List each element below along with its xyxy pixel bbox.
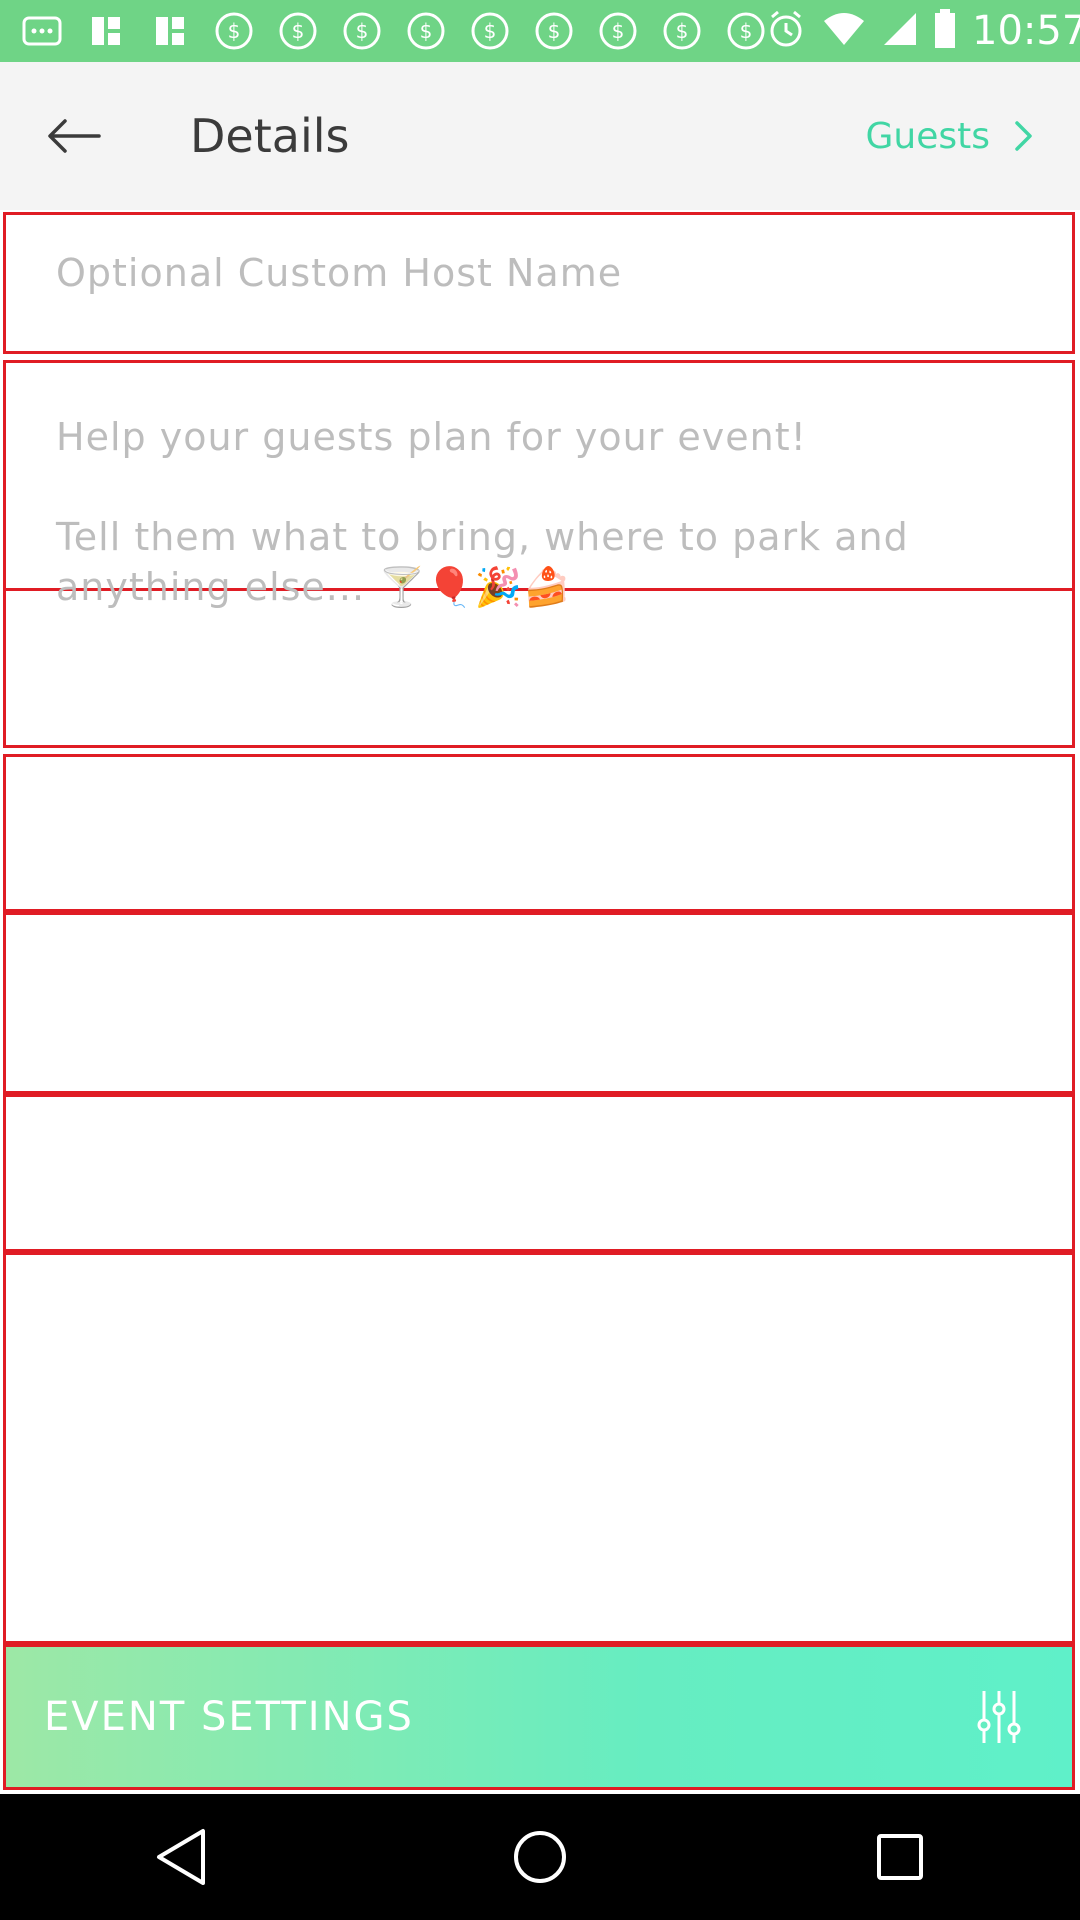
svg-text:$: $ [740, 19, 753, 43]
wifi-icon [822, 11, 866, 51]
circle-home-icon [514, 1831, 566, 1883]
system-nav-bar [0, 1794, 1080, 1920]
app-header: Details Guests [0, 62, 1080, 210]
dollar-icon: $ [534, 11, 574, 51]
dollar-icon: $ [662, 11, 702, 51]
divider [3, 742, 1075, 748]
nav-back-button[interactable] [120, 1807, 240, 1907]
content-row[interactable] [3, 1094, 1075, 1252]
dollar-icon: $ [278, 11, 318, 51]
grid-icon [150, 11, 190, 51]
dollar-icon: $ [598, 11, 638, 51]
nav-home-button[interactable] [480, 1807, 600, 1907]
svg-text:$: $ [676, 19, 689, 43]
clock: 10:57 [972, 8, 1080, 54]
content-row[interactable] [3, 588, 1075, 748]
svg-text:$: $ [292, 19, 305, 43]
dollar-icon: $ [214, 11, 254, 51]
square-recents-icon [877, 1834, 923, 1880]
page-title: Details [190, 109, 350, 163]
nav-recents-button[interactable] [840, 1807, 960, 1907]
triangle-back-icon [157, 1829, 205, 1885]
chevron-right-icon [1015, 121, 1032, 151]
grid-icon [86, 11, 126, 51]
content-row[interactable] [3, 1252, 1075, 1644]
guests-label: Guests [865, 115, 991, 157]
guests-button[interactable]: Guests [866, 116, 1035, 157]
svg-text:$: $ [420, 19, 433, 43]
description-line-2: Tell them what to bring, where to park a… [56, 515, 909, 559]
more-icon [22, 11, 62, 51]
content-row[interactable] [3, 754, 1075, 912]
description-line-1: Help your guests plan for your event! [56, 415, 807, 459]
host-name-input[interactable] [56, 251, 1016, 295]
back-button[interactable] [24, 86, 124, 186]
signal-icon [882, 11, 918, 51]
alarm-icon [766, 9, 806, 53]
dollar-icon: $ [406, 11, 446, 51]
event-settings-button[interactable]: EVENT SETTINGS [3, 1644, 1075, 1790]
svg-text:$: $ [612, 19, 625, 43]
status-bar: $ $ $ $ $ $ $ $ $ 10:57 [0, 0, 1080, 62]
dollar-icon: $ [726, 11, 766, 51]
notification-icons: $ $ $ $ $ $ $ $ $ [22, 11, 766, 51]
description-field[interactable]: Help your guests plan for your event! Te… [3, 360, 1075, 609]
content-row[interactable] [3, 912, 1075, 1094]
battery-icon [934, 9, 956, 53]
back-arrow-icon [48, 119, 101, 153]
host-name-field[interactable] [3, 212, 1075, 354]
svg-text:$: $ [356, 19, 369, 43]
dollar-icon: $ [342, 11, 382, 51]
svg-text:$: $ [548, 19, 561, 43]
event-settings-label: EVENT SETTINGS [44, 1694, 414, 1740]
sliders-icon [977, 1691, 1021, 1743]
svg-text:$: $ [228, 19, 241, 43]
dollar-icon: $ [470, 11, 510, 51]
description-line-3: anything else... 🍸🎈🎉🍰 [56, 565, 572, 609]
svg-text:$: $ [484, 19, 497, 43]
